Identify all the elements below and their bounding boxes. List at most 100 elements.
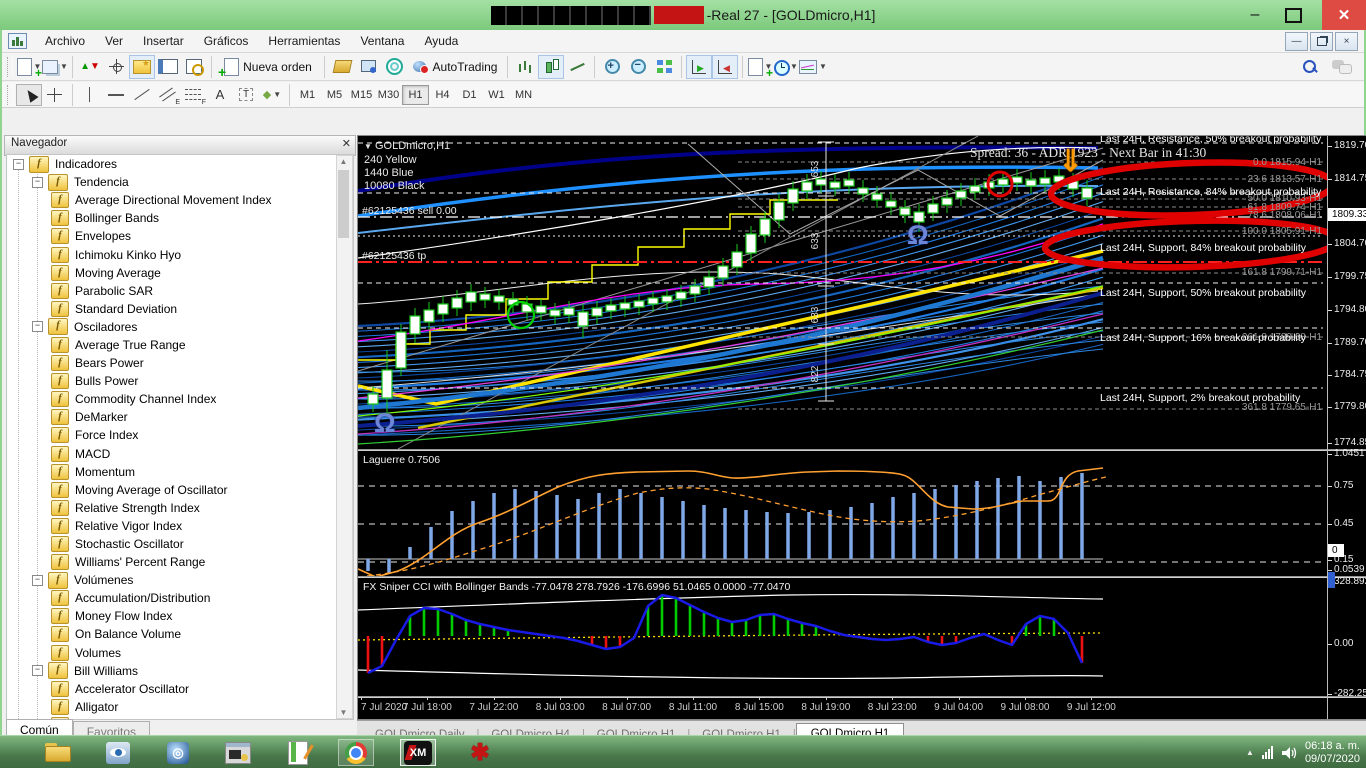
- taskbar-notepad-icon[interactable]: [280, 739, 316, 766]
- tree-item-envelopes[interactable]: f Envelopes: [7, 227, 353, 245]
- timeframe-M15[interactable]: M15: [348, 85, 375, 105]
- tree-item-accumulation-distribution[interactable]: f Accumulation/Distribution: [7, 589, 353, 607]
- timeframe-H1[interactable]: H1: [402, 84, 429, 105]
- menu-ayuda[interactable]: Ayuda: [414, 31, 468, 51]
- menu-ver[interactable]: Ver: [95, 31, 133, 51]
- tree-item-accelerator-oscillator[interactable]: f Accelerator Oscillator: [7, 680, 353, 698]
- chart-shift-button[interactable]: ◀: [712, 54, 738, 79]
- tree-item-macd[interactable]: f MACD: [7, 445, 353, 463]
- tree-item-osciladores[interactable]: − f Osciladores: [7, 318, 353, 336]
- chart-symbol-label[interactable]: ▼ GOLDmicro,H1: [364, 140, 450, 152]
- navigator-close-icon[interactable]: ✕: [342, 137, 351, 150]
- tree-item-relative-vigor-index[interactable]: f Relative Vigor Index: [7, 517, 353, 535]
- main-chart-panel[interactable]: 653 633 633 822 ▼ GOLDmicro,H1 240 Yellow 1…: [358, 136, 1327, 449]
- timeframe-W1[interactable]: W1: [483, 85, 510, 105]
- tree-item-demarker[interactable]: f DeMarker: [7, 408, 353, 426]
- new-chart-button[interactable]: + ▼: [16, 55, 42, 79]
- navigator-button[interactable]: ★: [129, 54, 155, 79]
- taskbar-chrome-icon[interactable]: [338, 739, 374, 766]
- tree-item-bill-williams[interactable]: − f Bill Williams: [7, 662, 353, 680]
- tree-item-vol-menes[interactable]: − f Volúmenes: [7, 571, 353, 589]
- tree-item-bulls-power[interactable]: f Bulls Power: [7, 372, 353, 390]
- tree-item-money-flow-index[interactable]: f Money Flow Index: [7, 607, 353, 625]
- tree-item-average-true-range[interactable]: f Average True Range: [7, 336, 353, 354]
- indicators-button[interactable]: + ▼: [747, 55, 773, 79]
- maximize-button[interactable]: [1278, 0, 1308, 30]
- timeframe-D1[interactable]: D1: [456, 85, 483, 105]
- tree-item-indicadores[interactable]: − f Indicadores: [7, 155, 353, 173]
- cursor-tool[interactable]: [16, 83, 42, 106]
- crosshair-tool[interactable]: [42, 84, 68, 106]
- vertical-line-tool[interactable]: [77, 84, 103, 106]
- zoom-out-button[interactable]: −: [625, 55, 651, 79]
- timeframe-M30[interactable]: M30: [375, 85, 402, 105]
- timeframe-MN[interactable]: MN: [510, 85, 537, 105]
- taskbar-xm-terminal-icon[interactable]: XM: [400, 739, 436, 766]
- data-window-button[interactable]: [103, 55, 129, 79]
- text-label-tool[interactable]: T: [233, 84, 259, 106]
- taskbar-swirl-app-icon[interactable]: ◎: [160, 739, 196, 766]
- minimize-button[interactable]: –: [1240, 0, 1270, 30]
- taskbar-viewer-icon[interactable]: [100, 739, 136, 766]
- close-button[interactable]: ✕: [1322, 0, 1366, 30]
- cci-panel[interactable]: FX Sniper CCI with Bollinger Bands -77.0…: [358, 578, 1327, 696]
- tree-item-williams-percent-range[interactable]: f Williams' Percent Range: [7, 553, 353, 571]
- navigator-header[interactable]: Navegador ✕: [4, 135, 356, 156]
- tree-item-tendencia[interactable]: − f Tendencia: [7, 173, 353, 191]
- tree-item-force-index[interactable]: f Force Index: [7, 426, 353, 444]
- tree-item-bollinger-bands[interactable]: f Bollinger Bands: [7, 209, 353, 227]
- tree-item-average-directional-movement-index[interactable]: f Average Directional Movement Index: [7, 191, 353, 209]
- candlestick-chart-button[interactable]: [538, 54, 564, 79]
- equidistant-channel-tool[interactable]: E: [155, 84, 181, 106]
- horizontal-line-tool[interactable]: [103, 84, 129, 106]
- history-center-button[interactable]: [329, 55, 355, 79]
- tree-item-stochastic-oscillator[interactable]: f Stochastic Oscillator: [7, 535, 353, 553]
- tree-item-relative-strength-index[interactable]: f Relative Strength Index: [7, 499, 353, 517]
- templates-button[interactable]: ▼: [799, 55, 827, 79]
- line-chart-button[interactable]: [564, 55, 590, 79]
- timeframe-M5[interactable]: M5: [321, 85, 348, 105]
- menu-herramientas[interactable]: Herramientas: [258, 31, 350, 51]
- arrows-tool[interactable]: ◆ ▼: [259, 84, 285, 106]
- market-watch-button[interactable]: ▲ ▼: [77, 55, 103, 79]
- autotrading-button[interactable]: AutoTrading: [407, 55, 503, 79]
- terminal-button[interactable]: [155, 55, 181, 79]
- menu-insertar[interactable]: Insertar: [133, 31, 194, 51]
- mdi-minimize-button[interactable]: —: [1285, 32, 1308, 51]
- menu-gráficos[interactable]: Gráficos: [194, 31, 259, 51]
- tp-order-label[interactable]: #62125436 tp: [362, 250, 426, 262]
- price-scale[interactable]: 1819.701814.751804.701799.751794.801789.…: [1327, 136, 1366, 719]
- periods-button[interactable]: ▼: [773, 55, 799, 79]
- speaker-icon[interactable]: [1281, 746, 1297, 760]
- search-icon[interactable]: [1302, 59, 1318, 75]
- tile-windows-button[interactable]: [651, 55, 677, 79]
- tree-item-alligator[interactable]: f Alligator: [7, 698, 353, 716]
- menu-archivo[interactable]: Archivo: [35, 31, 95, 51]
- taskbar-locked-window-icon[interactable]: [220, 739, 256, 766]
- mdi-close-button[interactable]: ×: [1335, 32, 1358, 51]
- tree-item-moving-average-of-oscillator[interactable]: f Moving Average of Oscillator: [7, 481, 353, 499]
- tree-item-volumes[interactable]: f Volumes: [7, 644, 353, 662]
- zoom-in-button[interactable]: +: [599, 55, 625, 79]
- mdi-restore-button[interactable]: [1310, 32, 1333, 51]
- metaquotes-radar-button[interactable]: [381, 55, 407, 79]
- fibonacci-tool[interactable]: F: [181, 84, 207, 106]
- tree-item-moving-average[interactable]: f Moving Average: [7, 264, 353, 282]
- time-axis[interactable]: 7 Jul 2020 7 Jul 18:00 7 Jul 22:00 8 Jul 03…: [358, 697, 1327, 719]
- taskbar-file-explorer-icon[interactable]: [40, 739, 76, 766]
- timeframe-H4[interactable]: H4: [429, 85, 456, 105]
- new-order-button[interactable]: + Nueva orden: [216, 55, 320, 80]
- network-signal-icon[interactable]: [1261, 746, 1273, 759]
- tree-item-commodity-channel-index[interactable]: f Commodity Channel Index: [7, 390, 353, 408]
- text-tool[interactable]: A: [207, 84, 233, 106]
- hidden-icons-chevron[interactable]: ▲: [1246, 748, 1254, 757]
- auto-scroll-button[interactable]: ▶: [686, 54, 712, 79]
- bar-chart-button[interactable]: [512, 55, 538, 79]
- menu-ventana[interactable]: Ventana: [350, 31, 414, 51]
- tree-item-momentum[interactable]: f Momentum: [7, 463, 353, 481]
- tree-item-standard-deviation[interactable]: f Standard Deviation: [7, 300, 353, 318]
- tree-item-on-balance-volume[interactable]: f On Balance Volume: [7, 625, 353, 643]
- tree-item-bears-power[interactable]: f Bears Power: [7, 354, 353, 372]
- chat-icon[interactable]: [1332, 59, 1352, 74]
- strategy-tester-button[interactable]: [181, 55, 207, 79]
